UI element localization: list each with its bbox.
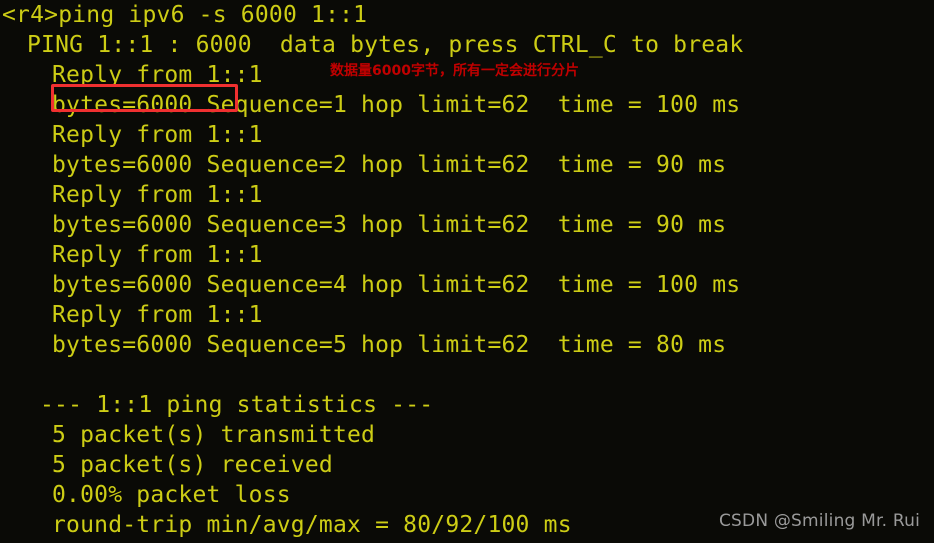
csdn-watermark: CSDN @Smiling Mr. Rui xyxy=(718,511,920,531)
terminal-line-reply-5: Reply from 1::1 xyxy=(52,302,263,328)
terminal-line-reply-2: Reply from 1::1 xyxy=(52,122,263,148)
terminal-line-transmitted: 5 packet(s) transmitted xyxy=(52,422,376,448)
terminal-line-stats-4: bytes=6000 Sequence=4 hop limit=62 time … xyxy=(52,272,741,298)
terminal-screenshot: <r4>ping ipv6 -s 6000 1::1 PING 1::1 : 6… xyxy=(0,0,934,543)
terminal-line-stats-5: bytes=6000 Sequence=5 hop limit=62 time … xyxy=(52,332,727,358)
terminal-line-stats-2: bytes=6000 Sequence=2 hop limit=62 time … xyxy=(52,152,727,178)
terminal-line-statistics-header: --- 1::1 ping statistics --- xyxy=(40,392,434,418)
terminal-line-reply-3: Reply from 1::1 xyxy=(52,182,263,208)
terminal-line-reply-4: Reply from 1::1 xyxy=(52,242,263,268)
terminal-line-stats-1: bytes=6000 Sequence=1 hop limit=62 time … xyxy=(52,92,741,118)
terminal-line-ping-header: PING 1::1 : 6000 data bytes, press CTRL_… xyxy=(27,32,744,58)
terminal-line-command: <r4>ping ipv6 -s 6000 1::1 xyxy=(2,2,368,28)
terminal-line-packet-loss: 0.00% packet loss xyxy=(52,482,291,508)
terminal-output[interactable]: <r4>ping ipv6 -s 6000 1::1 PING 1::1 : 6… xyxy=(0,0,934,543)
terminal-line-stats-3: bytes=6000 Sequence=3 hop limit=62 time … xyxy=(52,212,727,238)
annotation-label: 数据量6000字节，所有一定会进行分片 xyxy=(330,63,579,79)
terminal-line-received: 5 packet(s) received xyxy=(52,452,333,478)
